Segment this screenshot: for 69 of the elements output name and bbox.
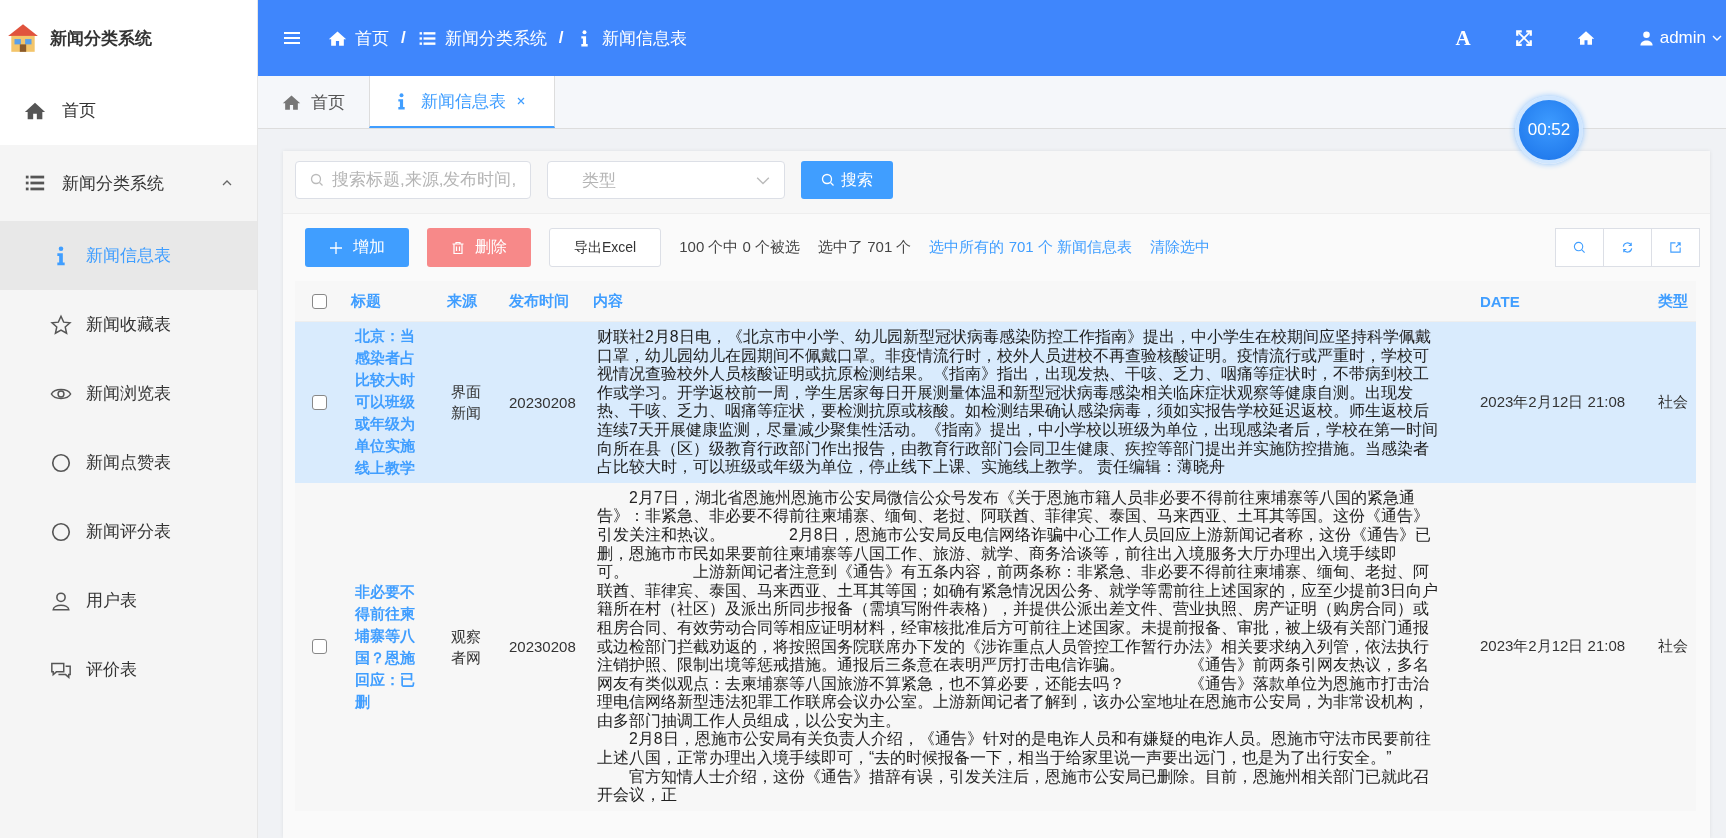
- menu-item[interactable]: 评价表: [0, 635, 257, 704]
- menu-icon[interactable]: [284, 31, 300, 45]
- star-icon: [50, 313, 72, 336]
- breadcrumb-separator: /: [558, 28, 564, 48]
- column-header[interactable]: 内容: [585, 291, 1472, 311]
- export-icon: [1669, 241, 1682, 254]
- table-row[interactable]: [295, 322, 1696, 483]
- delete-button[interactable]: 删除: [427, 228, 531, 267]
- fullscreen-icon[interactable]: [1514, 29, 1533, 47]
- table-cell-text: 社会: [1657, 636, 1689, 657]
- home-icon: [328, 28, 347, 48]
- table-cell-text: 界面新闻: [450, 382, 482, 424]
- table-cell-text: 社会: [1657, 391, 1689, 412]
- menu-item[interactable]: 新闻评分表: [0, 497, 257, 566]
- select-all-checkbox[interactable]: [311, 293, 327, 309]
- tab[interactable]: 新闻信息表: [369, 76, 555, 128]
- column-header[interactable]: DATE: [1472, 292, 1634, 310]
- select-all-link[interactable]: 选中所有的 701 个 新闻信息表: [929, 238, 1132, 257]
- title-cell-text: 北京：当感染者占比较大时可以班级或年级为单位实施线上教学: [354, 326, 416, 479]
- circle-icon: [50, 451, 72, 474]
- circle-icon: [50, 520, 72, 543]
- breadcrumb-separator: /: [401, 28, 406, 48]
- column-header[interactable]: 发布时间: [501, 291, 585, 311]
- font-size-button[interactable]: A: [1455, 25, 1471, 51]
- content-cell-text: 财联社2月8日电，《北京市中小学、幼儿园新型冠状病毒感染防控工作指南》提出，中小学生在校期间应坚持科学佩戴口罩，幼儿园幼儿在园期间不佩戴口罩。非疫情流行时，校外人员进校不再查验核酸证明。疫情流行或严重时，学校可视情况查验校外人员核酸证明或抗原检测结果。《指南》指出，出现发热、干咳、乏力、咽痛等症状时，不带病到校工作或学习。开学返校前一周，学生居家每日开展测量体温和新型冠状病毒感染相关临床症状观察等健康自测。出现发热、干咳、乏力、咽痛等症状，要检测抗原或核酸。如检测结果确认感染病毒，须如实报告学校延迟返校。师生返校后连续7天开展健康监测，尽量减少聚集性活动。《指南》提出，中小学校以班级为单位，出现感染者后，学校在第一时间向所在县（区）级教育行政部门作出报告，由教育行政部门会同卫生健康、疾控等部门提出并实施防控措施。当感染者占比较大时，可以班级或年级为单位，停止线下上课、实施线上教学。 责任编辑：薄晓舟: [596, 327, 1439, 478]
- menu-item[interactable]: 新闻浏览表: [0, 359, 257, 428]
- home-icon[interactable]: [1576, 29, 1595, 47]
- home-icon: [282, 92, 301, 112]
- column-header[interactable]: 标题: [343, 291, 439, 311]
- table-cell-text: 20230208: [508, 392, 577, 413]
- user-icon: [1638, 30, 1654, 46]
- user-menu[interactable]: admin: [1638, 28, 1722, 48]
- column-header[interactable]: 来源: [439, 291, 501, 311]
- title-cell-text: 非必要不得前往柬埔寨等八国？恩施回应：已删: [353, 581, 416, 712]
- menu-item[interactable]: 用户表: [0, 566, 257, 635]
- app-title: 新闻分类系统: [50, 27, 152, 50]
- refresh-icon: [1621, 241, 1634, 254]
- content-cell-text: 2月7日，湖北省恩施州恩施市公安局微信公众号发布《关于恩施市籍人员非必要不得前往柬埔寨等八国的紧急通告》：非紧急、非必要不得前往柬埔寨、缅甸、老挝、阿联酋、菲律宾、泰国、马来西亚、土耳其等国。这份《通告》引发关注和热议。 2月8日，恩施市公安局反电信网络诈骗中心工作人员回应上游新闻记者称，这份《通告》已删，恩施市市民如果要前往柬埔寨等八国工作、旅游、就学、商务洽谈等，前往出入境服务大厅办理出入境手续即可。 上游新闻记者注意到《通告》有五条内容，前两条称：非紧急、非必要不得前往柬埔寨、缅甸、老挝、阿联酋、菲律宾、泰国、马来西亚、土耳其等国；如确有紧急情况因公务、就学等需前往上述国家的，应至少提前3日向户籍所在村（社区）及派出所同步报备（需填写附件表格），并提供公派出差文件、营业执照、房产证明（购房合同）或租房合同、有效劳动合同等相应证明材料，经审核批准后方可前往上述国家。未提前报备、审批，被上级有关部门通报或边检部门拦截劝返的，将按照国务院联席办下发的《涉诈重点人员管控工作暂行办法》相关要求纳入列管，依法执行注销护照、限制出境等惩戒措施。通报后三条意在表明严厉打击电信诈骗。 《通告》前两条引网友热议，多名网友有类似观点：去柬埔寨等八国旅游不算紧急，也不算必要，还能去吗？ 《通告》落款单位为恩施市打击治理电信网络新型违法犯罪工作联席会议办公室。上游新闻记者了解到，该办公室地址在恩施市公安局，为非常设机构，由多部门抽调工作人员组成，以公安为主。 2月8日，恩施市公安局有关负责人介绍，《通告》针对的是电诈人员和有嫌疑的电诈人员。恩施市守法市民要前往上述八国，正常办理出入境手续即可，“去的时候报备一下，相当于给家里说一声要出远门，也是为了出行安全。” 官方知情人士介绍，这份《通告》措辞有误，引发关注后，恩施市公安局已删除。目前，恩施州相关部门已就此召开会议，正: [596, 487, 1439, 806]
- breadcrumb-link[interactable]: 新闻分类系统: [444, 26, 547, 50]
- breadcrumb-link[interactable]: 首页: [355, 26, 389, 50]
- table-cell-text: 观察者网: [450, 626, 482, 668]
- menu-item[interactable]: 新闻收藏表: [0, 290, 257, 359]
- caret-icon: [1712, 33, 1722, 43]
- add-button[interactable]: 增加: [305, 228, 409, 267]
- selection-count: 100 个中 0 个被选: [679, 238, 801, 257]
- tab[interactable]: 首页: [280, 76, 369, 128]
- column-header[interactable]: 类型: [1634, 291, 1696, 311]
- search-field[interactable]: 搜索标题,来源,发布时间,: [295, 161, 531, 199]
- search-button[interactable]: 搜索: [801, 161, 893, 199]
- trash-icon: [451, 240, 465, 255]
- menu-item[interactable]: 首页: [0, 76, 257, 145]
- table-cell-text: 20230208: [508, 637, 577, 658]
- table-cell-text: 2023年2月12日 21:08: [1479, 636, 1627, 657]
- row-checkbox[interactable]: [311, 639, 327, 655]
- search-icon: [1573, 241, 1586, 254]
- table-cell-text: 2023年2月12日 21:08: [1479, 391, 1627, 412]
- row-checkbox[interactable]: [311, 394, 327, 410]
- search-icon: [821, 173, 835, 187]
- export-button[interactable]: 导出Excel: [549, 228, 662, 267]
- clear-selection-link[interactable]: 清除选中: [1150, 238, 1210, 257]
- menu-item[interactable]: 新闻点赞表: [0, 428, 257, 497]
- type-select[interactable]: 类型: [547, 161, 785, 199]
- breadcrumb-link[interactable]: 新闻信息表: [602, 26, 688, 50]
- menu-item[interactable]: 新闻信息表: [0, 221, 257, 290]
- search-icon: [310, 173, 324, 187]
- selected-count: 选中了 701 个: [818, 238, 912, 257]
- export-button[interactable]: [1651, 228, 1700, 267]
- plus-icon: [329, 240, 343, 255]
- close-icon[interactable]: [516, 96, 526, 106]
